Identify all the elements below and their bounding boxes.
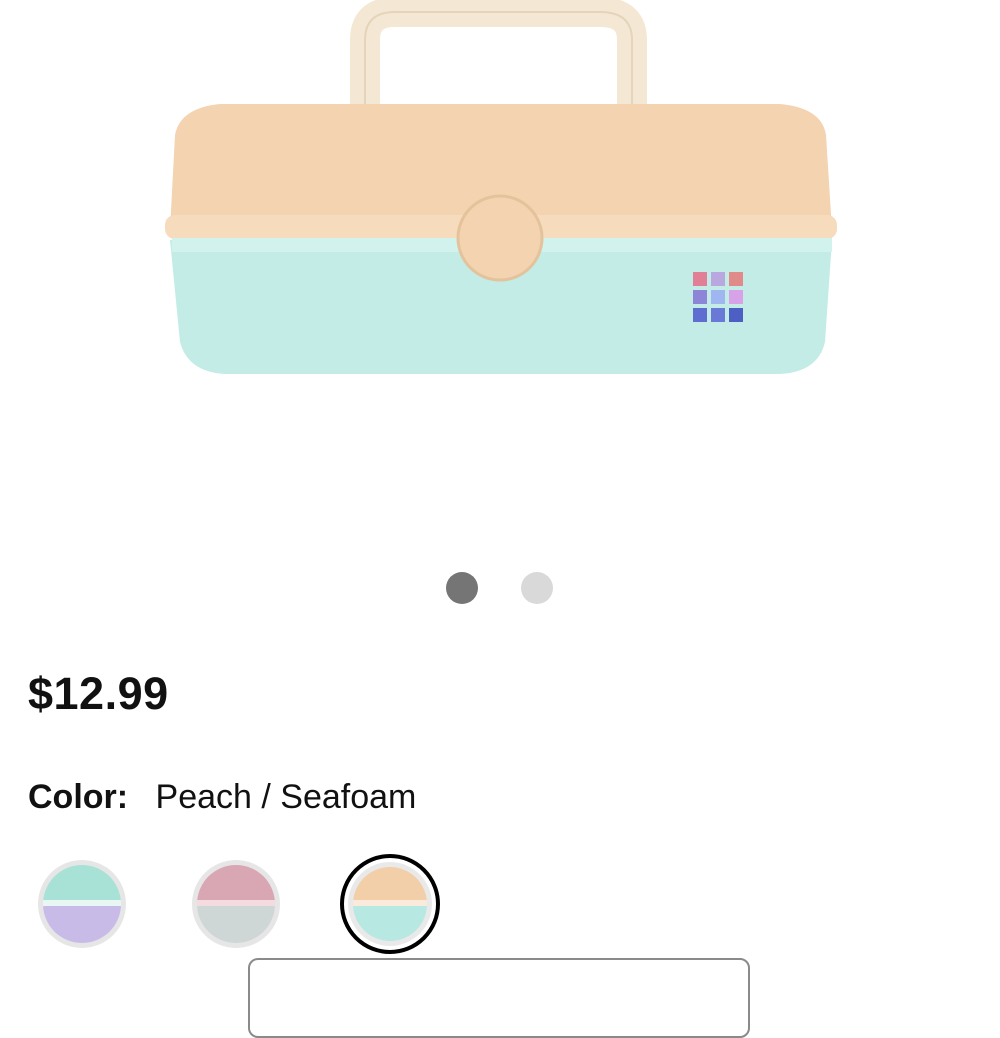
carousel-indicator xyxy=(446,572,556,606)
color-value: Peach / Seafoam xyxy=(155,778,417,816)
carousel-dot-1[interactable] xyxy=(446,572,478,604)
caboodle-case-illustration xyxy=(165,0,837,374)
brand-logo xyxy=(693,272,743,322)
carousel-dot-2[interactable] xyxy=(521,572,553,604)
color-swatch-mauve-gray[interactable] xyxy=(190,858,282,950)
color-swatch-peach-seafoam-selected[interactable] xyxy=(340,854,440,954)
product-price: $12.99 xyxy=(28,668,169,719)
color-label: Color: xyxy=(28,778,129,816)
quantity-select[interactable] xyxy=(248,958,750,1038)
product-image[interactable] xyxy=(150,0,850,420)
color-swatch-seafoam-lavender[interactable] xyxy=(36,858,128,950)
color-selection-label: Color: Peach / Seafoam xyxy=(28,778,416,817)
